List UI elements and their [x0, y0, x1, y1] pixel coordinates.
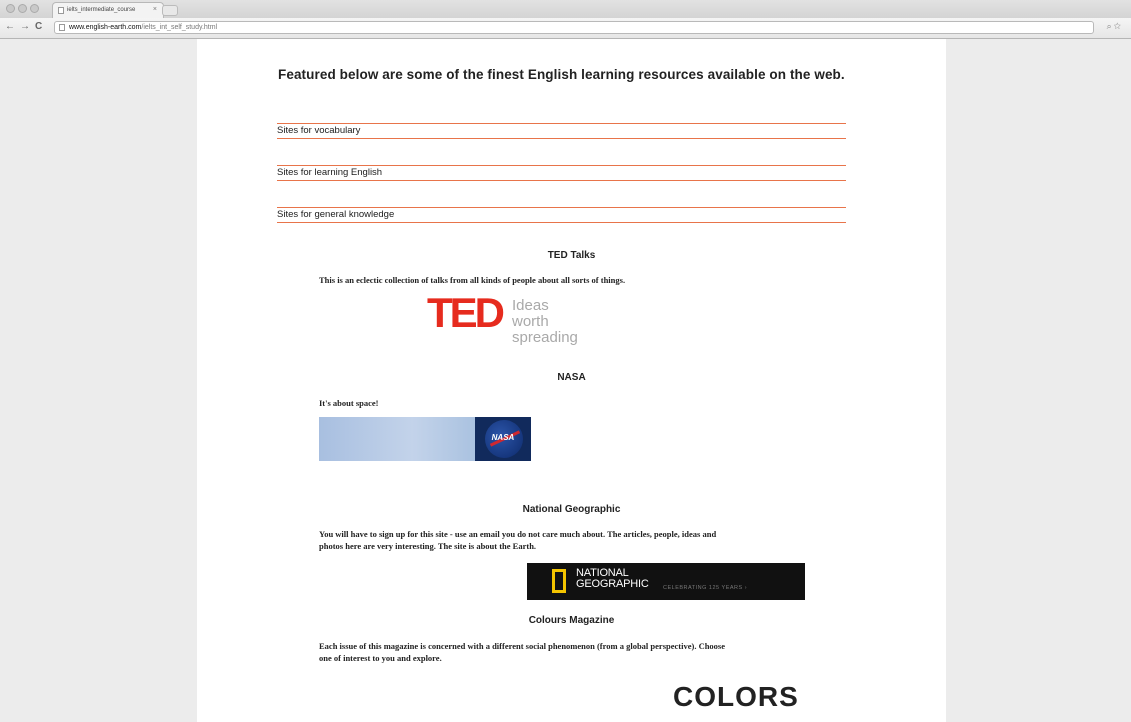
page-favicon-icon [58, 7, 64, 14]
forward-icon[interactable]: → [20, 20, 30, 34]
section-desc-nasa: It's about space! [319, 398, 379, 408]
nasa-sky-image [319, 417, 475, 461]
section-desc-colours: Each issue of this magazine is concerned… [319, 641, 726, 663]
tab-close-icon[interactable]: × [153, 3, 157, 17]
page-content: Featured below are some of the finest En… [197, 39, 946, 722]
url-host: www.english-earth.com [69, 24, 142, 31]
window-minimize-icon[interactable] [18, 4, 27, 13]
address-bar[interactable]: www.english-earth.com/ielts_int_self_stu… [54, 21, 1094, 34]
natgeo-yellow-frame-icon [552, 569, 566, 593]
natgeo-banner-link[interactable]: NATIONAL GEOGRAPHIC CELEBRATING 125 YEAR… [527, 563, 805, 600]
site-link-vocabulary[interactable]: Sites for vocabulary [277, 123, 846, 139]
section-title-ted: TED Talks [547, 250, 596, 261]
section-desc-ted: This is an eclectic collection of talks … [319, 275, 626, 285]
section-desc-natgeo: You will have to sign up for this site -… [319, 529, 717, 551]
section-title-natgeo: National Geographic [522, 504, 621, 515]
section-title-nasa: NASA [557, 372, 586, 383]
browser-tab[interactable]: ielts_intermediate_course × [52, 2, 164, 18]
ted-logo-word: TED [427, 289, 505, 336]
ted-logo-link[interactable]: TED Ideas worth spreading [427, 289, 587, 346]
colors-logo-link[interactable]: COLORS [673, 681, 799, 713]
browser-tab-bar: ielts_intermediate_course × [0, 0, 1131, 18]
url-path: /ielts_int_self_study.html [141, 24, 218, 31]
page-icon [59, 24, 65, 31]
new-tab-button[interactable] [162, 5, 178, 16]
nasa-banner-link[interactable]: NASA [319, 417, 531, 461]
intro-heading: Featured below are some of the finest En… [278, 67, 845, 82]
ted-logo-tagline: Ideas worth spreading [512, 297, 578, 346]
tab-title: ielts_intermediate_course [67, 7, 136, 13]
back-icon[interactable]: ← [5, 20, 15, 34]
section-title-colours: Colours Magazine [528, 615, 615, 626]
window-zoom-icon[interactable] [30, 4, 39, 13]
nasa-logo-word: NASA [491, 433, 515, 442]
reload-icon[interactable]: C [35, 20, 42, 34]
site-link-learning-english[interactable]: Sites for learning English [277, 165, 846, 181]
nasa-meatball-logo: NASA [475, 417, 531, 461]
bookmark-star-icon[interactable]: ⌕☆ [1107, 21, 1123, 32]
site-link-general-knowledge[interactable]: Sites for general knowledge [277, 207, 846, 223]
window-close-icon[interactable] [6, 4, 15, 13]
browser-toolbar: ← → C www.english-earth.com/ielts_int_se… [0, 18, 1131, 39]
